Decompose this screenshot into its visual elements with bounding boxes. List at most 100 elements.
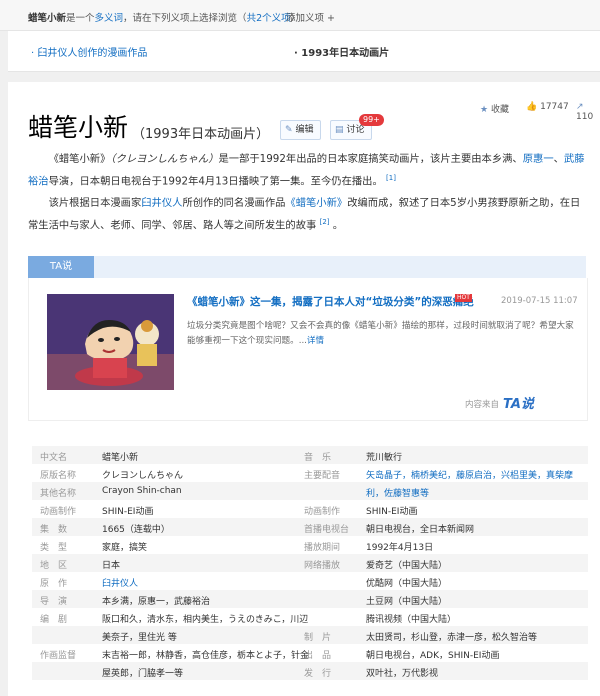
- separator: 、: [553, 153, 564, 165]
- ta-logo: TA说: [503, 397, 534, 412]
- share-button[interactable]: ↗ 110: [576, 102, 600, 122]
- reference-link[interactable]: [2]: [320, 218, 330, 226]
- infobox-key: 动画制作: [304, 507, 341, 517]
- infobox-key: 动画制作: [40, 507, 77, 517]
- hot-badge: HOT: [455, 294, 472, 302]
- infobox-value: 朝日电视台，全日本新闻网: [366, 525, 475, 535]
- infobox-key: 发 行: [304, 669, 332, 679]
- infobox-value: 太田贤司，杉山登，赤津一彦，松久智治等: [366, 633, 538, 643]
- intro-text: 。: [332, 218, 344, 231]
- infobox-key: 其他名称: [40, 489, 77, 499]
- like-count: 17747: [540, 102, 569, 112]
- main-card: 蜡笔小新 （1993年日本动画片） ✎ 编辑 ▤ 讨论 99+ ★ 收藏 👍 177…: [8, 82, 600, 696]
- infobox-key: 作画监督: [40, 651, 77, 661]
- polysemy-link[interactable]: 多义词: [95, 13, 124, 24]
- comment-icon: ▤: [335, 125, 344, 135]
- infobox-value: 爱奇艺（中国大陆）: [366, 561, 448, 571]
- infobox-key: 原版名称: [40, 471, 77, 481]
- collect-label: 收藏: [490, 105, 509, 115]
- infobox-value: 朝日电视台，ADK，SHIN-EI动画: [366, 651, 500, 661]
- like-button[interactable]: 👍 17747: [526, 102, 569, 112]
- infobox-value: 末吉裕一郎，林静香，高仓佳彦，栃本とよ子，针金: [102, 651, 310, 661]
- reference-link[interactable]: [1]: [386, 174, 396, 182]
- infobox-value: 本乡满，原惠一，武藤裕治: [102, 597, 211, 607]
- discuss-label: 讨论: [346, 125, 365, 135]
- discuss-count-badge: 99+: [359, 114, 384, 126]
- infobox-value-link[interactable]: 臼井仪人: [102, 576, 138, 589]
- intro-text: 该片根据日本漫画家: [48, 197, 142, 209]
- infobox-value-continued: 美奈子，里住光 等: [102, 633, 177, 643]
- polysemy-notice: 蜡笔小新是一个多义词，请在下列义项上选择浏览（共2个义项）: [28, 10, 300, 24]
- infobox-key: 主要配音: [304, 471, 341, 481]
- source-label: 内容来自: [465, 400, 500, 410]
- infobox-value: 阪口和久，清水东，相内美生，うえのきみこ，川辺: [102, 615, 309, 625]
- article-summary: 垃圾分类究竟是图个啥呢？又会不会真的像《蜡笔小新》描绘的那样，过段时间就取消了呢…: [187, 319, 577, 349]
- infobox-value: SHIN-EI动画: [366, 507, 418, 517]
- infobox-value: 优酷网（中国大陆）: [366, 579, 448, 589]
- meaning-count-link[interactable]: 共2个义项: [247, 13, 291, 24]
- summary-text: 垃圾分类究竟是图个啥呢？又会不会真的像《蜡笔小新》描绘的那样，过段时间就取消了呢…: [187, 321, 574, 346]
- infobox-value-continued[interactable]: 利，佐藤智惠等: [366, 486, 429, 499]
- infobox-key: 地 区: [40, 561, 68, 571]
- infobox-value: 蜡笔小新: [102, 453, 139, 463]
- infobox-key: 集 数: [40, 525, 68, 535]
- infobox-value-continued: 屋英郎，门脇孝一等: [102, 669, 184, 679]
- article-title-link[interactable]: 《蜡笔小新》这一集，揭露了日本人对“垃圾分类”的深恶痛绝: [187, 294, 474, 309]
- infobox-value: 双叶社，万代影视: [366, 669, 439, 679]
- director-link[interactable]: 原惠一: [523, 153, 554, 165]
- intro-text: 导演，日本朝日电视台于1992年4月13日播映了第一集。至今仍在播出。: [48, 174, 383, 187]
- ta-tab[interactable]: TA说: [28, 256, 94, 278]
- infobox-key: 导 演: [40, 597, 68, 607]
- edit-label: 编辑: [295, 125, 314, 135]
- intro-text: 所创作的同名漫画作品: [182, 197, 286, 209]
- article-thumbnail[interactable]: [47, 294, 174, 390]
- meaning-option-manga[interactable]: · 臼井仪人创作的漫画作品: [31, 44, 147, 59]
- infobox-value: 日本: [102, 561, 121, 571]
- intro-text: 《蜡笔小新》: [48, 153, 111, 165]
- infobox-key: 中文名: [40, 453, 68, 463]
- author-link[interactable]: 臼井仪人: [141, 197, 182, 209]
- infobox-key: 编 剧: [40, 615, 68, 625]
- meaning-option-anime-current: · 1993年日本动画片: [294, 48, 390, 59]
- collect-button[interactable]: ★ 收藏: [480, 102, 509, 115]
- polysemy-bar: 蜡笔小新是一个多义词，请在下列义项上选择浏览（共2个义项） 添加义项 +: [0, 0, 600, 31]
- term-name: 蜡笔小新: [28, 13, 67, 24]
- article-date: 2019-07-15 11:07: [501, 296, 578, 306]
- intro-paragraph-1: 《蜡笔小新》（クレヨンしんちゃん）是一部于1992年出品的日本家庭搞笑动画片，该…: [28, 150, 588, 190]
- infobox-value: 家庭，搞笑: [102, 543, 148, 553]
- share-count: 110: [576, 112, 594, 122]
- infobox-value: 1992年4月13日: [366, 543, 434, 553]
- infobox-value: 腾讯视频（中国大陆）: [366, 615, 457, 625]
- add-meaning-button[interactable]: 添加义项 +: [286, 10, 335, 24]
- infobox-value: Crayon Shin-chan: [102, 486, 182, 496]
- infobox-key: 原 作: [40, 579, 68, 589]
- page-title: 蜡笔小新: [28, 113, 129, 142]
- intro-paragraph-2: 该片根据日本漫画家臼井仪人所创作的同名漫画作品《蜡笔小新》改编而成，叙述了日本5…: [28, 194, 588, 234]
- ta-section-header: TA说: [28, 256, 586, 278]
- pencil-icon: ✎: [285, 125, 293, 135]
- infobox-value: SHIN-EI动画: [102, 507, 154, 517]
- infobox-value: 1665（连载中）: [102, 525, 170, 535]
- notice-text: 是一个: [66, 13, 95, 24]
- infobox-key: 播放期间: [304, 543, 341, 553]
- original-title: （クレヨンしんちゃん）: [110, 153, 219, 165]
- infobox-value: クレヨンしんちゃん: [102, 471, 184, 481]
- infobox-value: 土豆网（中国大陆）: [366, 597, 448, 607]
- page-subtitle: （1993年日本动画片）: [132, 127, 270, 142]
- star-icon: ★: [480, 105, 489, 115]
- details-link[interactable]: 详情: [307, 336, 324, 346]
- infobox-key: 网络播放: [304, 561, 341, 571]
- edit-button[interactable]: ✎ 编辑: [280, 120, 321, 140]
- cartoon-image: [47, 294, 174, 390]
- ta-article-card[interactable]: 《蜡笔小新》这一集，揭露了日本人对“垃圾分类”的深恶痛绝 HOT 2019-07…: [28, 278, 588, 421]
- infobox-key: 制 片: [304, 633, 332, 643]
- disambiguation-bar: · 臼井仪人创作的漫画作品 · 1993年日本动画片: [8, 31, 600, 72]
- work-link[interactable]: 《蜡笔小新》: [285, 197, 347, 209]
- infobox-key: 首播电视台: [304, 525, 350, 535]
- notice-instruction: ，请在下列义项上选择浏览（: [123, 13, 247, 24]
- infobox-value-link[interactable]: 矢岛晶子，楠桥美纪，藤原启治，兴梠里美，真柴摩: [366, 468, 573, 481]
- thumbs-up-icon: 👍: [526, 102, 538, 112]
- intro-text: 是一部于1992年出品的日本家庭搞笑动画片，该片主要由本乡满、: [218, 153, 523, 165]
- infobox-key: 音 乐: [304, 453, 332, 463]
- infobox-key: 出 品: [304, 651, 332, 661]
